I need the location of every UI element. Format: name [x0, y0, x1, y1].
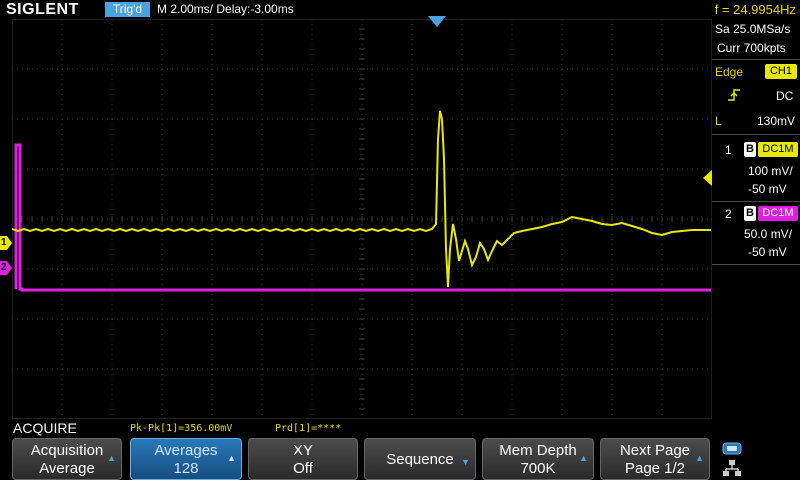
- ch2-offset-marker[interactable]: 2: [0, 261, 12, 275]
- trigger-source-badge[interactable]: CH1: [765, 64, 797, 79]
- ch2-scale: 50.0 mV/: [744, 227, 793, 241]
- trigger-coupling: DC: [776, 89, 794, 103]
- trigger-level-marker[interactable]: [703, 170, 712, 186]
- softkey-averages[interactable]: Averages 128 ▲: [130, 438, 242, 480]
- waveform-display[interactable]: [12, 19, 712, 419]
- softkey-arrow-icon: ▲: [107, 453, 116, 463]
- usb-icon: [722, 442, 742, 455]
- ch1-number: 1: [725, 143, 732, 157]
- ch1-bw-limit-badge: B: [744, 142, 756, 157]
- rising-edge-icon: [728, 89, 740, 101]
- softkey-arrow-icon: ▲: [695, 453, 704, 463]
- timebase-readout[interactable]: M 2.00ms/ Delay:-3.00ms: [157, 0, 294, 19]
- softkey-arrow-icon: ▼: [461, 457, 470, 467]
- softkey-acquisition[interactable]: Acquisition Average ▲: [12, 438, 122, 480]
- softkey-arrow-icon: ▲: [227, 453, 236, 463]
- info-panel: Sa 25.0MSa/s Curr 700kpts Edge CH1 DC L …: [712, 19, 800, 437]
- trigger-level-label: L: [715, 114, 722, 128]
- network-icon: [723, 460, 741, 476]
- trigger-type[interactable]: Edge: [715, 65, 743, 79]
- softkey-mem-depth[interactable]: Mem Depth 700K ▲: [482, 438, 594, 480]
- ch1-scale: 100 mV/: [748, 164, 793, 178]
- softkey-next-page[interactable]: Next Page Page 1/2 ▲: [600, 438, 710, 480]
- ch2-coupling-badge: DC1M: [758, 206, 798, 221]
- trigger-status-badge: Trig'd: [105, 2, 150, 17]
- measurement-pkpk: Pk-Pk[1]=356.00mV: [130, 423, 233, 434]
- ch2-waveform: [14, 143, 711, 292]
- trigger-level-value: 130mV: [757, 114, 796, 128]
- frequency-counter: f = 24.9954Hz: [714, 2, 796, 17]
- softkey-xy[interactable]: XY Off: [248, 438, 358, 480]
- status-line: ACQUIRE Pk-Pk[1]=356.00mV Prd[1]=****: [0, 420, 712, 437]
- brand-logo: SIGLENT: [6, 1, 79, 18]
- graticule: [12, 19, 712, 419]
- sample-rate: Sa 25.0MSa/s: [715, 22, 791, 36]
- memory-depth: Curr 700kpts: [717, 41, 786, 55]
- ch2-number: 2: [725, 207, 732, 221]
- ch1-offset-marker[interactable]: 1: [0, 236, 12, 250]
- ch2-bw-limit-badge: B: [744, 206, 756, 221]
- ch2-marker-label: 2: [1, 262, 7, 273]
- ch1-offset: -50 mV: [748, 182, 787, 196]
- softkey-arrow-icon: ▲: [579, 453, 588, 463]
- measurement-period: Prd[1]=****: [275, 423, 342, 434]
- ch1-marker-label: 1: [1, 237, 7, 248]
- trigger-position-marker[interactable]: [428, 16, 446, 28]
- softkey-bar: Acquisition Average ▲ Averages 128 ▲ XY …: [0, 437, 800, 480]
- ch1-coupling-badge: DC1M: [758, 142, 798, 157]
- softkey-sequence[interactable]: Sequence ▼: [364, 438, 476, 480]
- ch2-offset: -50 mV: [748, 245, 787, 259]
- top-status-bar: SIGLENT Trig'd M 2.00ms/ Delay:-3.00ms f…: [0, 0, 800, 19]
- menu-title: ACQUIRE: [13, 420, 77, 436]
